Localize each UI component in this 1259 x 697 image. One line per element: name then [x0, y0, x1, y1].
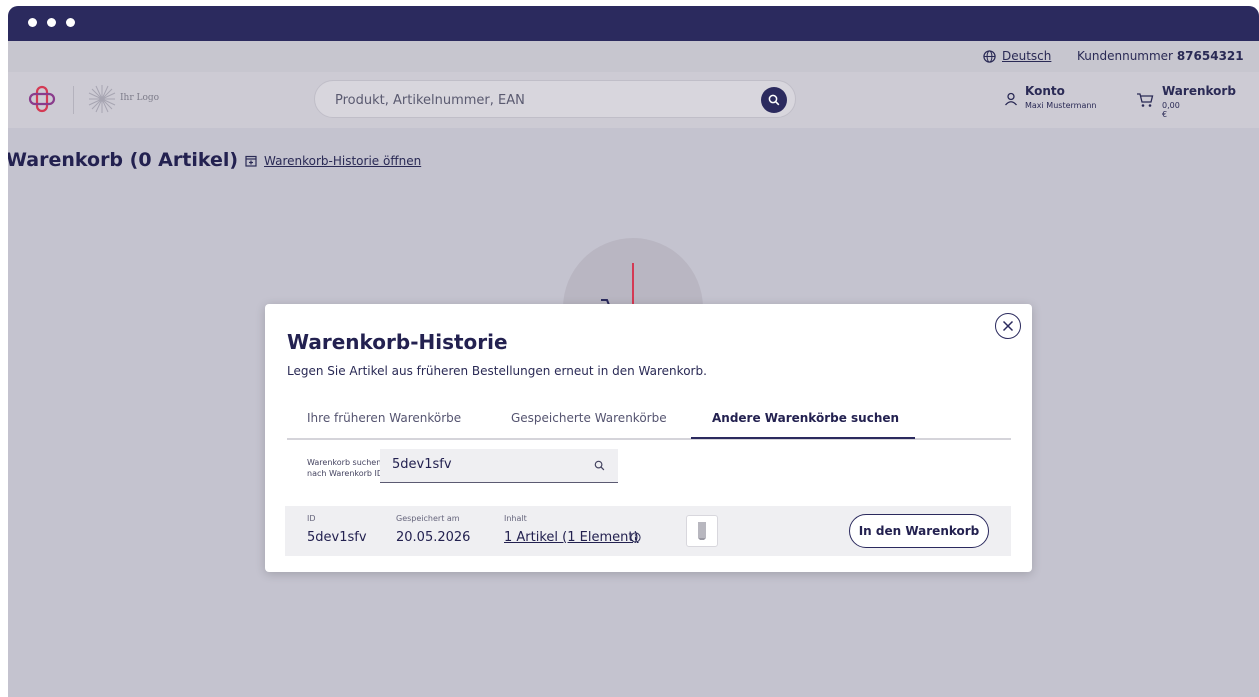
close-button[interactable]	[995, 313, 1021, 339]
language-selector[interactable]: Deutsch	[983, 49, 1051, 63]
saved-date-value: 20.05.2026	[396, 530, 471, 545]
info-icon[interactable]	[630, 532, 641, 543]
content-link[interactable]: 1 Artikel (1 Element)	[504, 530, 639, 545]
dialog-subtitle: Legen Sie Artikel aus früheren Bestellun…	[287, 364, 707, 378]
window-titlebar	[8, 6, 1259, 41]
open-history-link[interactable]: Warenkorb-Historie öffnen	[245, 154, 421, 168]
search-icon	[768, 94, 780, 106]
globe-icon	[983, 49, 996, 63]
search-icon[interactable]	[594, 460, 605, 471]
cart-icon	[1137, 93, 1154, 107]
browser-window: Deutsch Kundennummer 87654321 Ihr Logo P…	[8, 6, 1259, 697]
product-thumbnail-icon	[698, 522, 706, 540]
cart-total: 0,00 €	[1162, 101, 1180, 119]
search-input[interactable]	[335, 90, 755, 110]
add-to-cart-button[interactable]: In den Warenkorb	[849, 514, 989, 548]
active-tab-indicator	[691, 437, 915, 439]
top-utility-bar: Deutsch Kundennummer 87654321	[8, 41, 1259, 72]
close-icon	[1002, 320, 1014, 332]
cart-history-dialog: Warenkorb-Historie Legen Sie Artikel aus…	[265, 304, 1032, 572]
open-history-label[interactable]: Warenkorb-Historie öffnen	[264, 154, 421, 168]
user-icon	[1005, 92, 1017, 106]
brand-cross-icon[interactable]	[28, 85, 56, 113]
logo-text: Ihr Logo	[120, 93, 160, 103]
id-value: 5dev1sfv	[307, 530, 367, 545]
product-thumbnail	[686, 515, 718, 547]
language-label[interactable]: Deutsch	[1002, 49, 1051, 63]
search-button[interactable]	[761, 87, 787, 113]
sunburst-logo-icon	[88, 85, 116, 113]
search-result-row: ID 5dev1sfv Gespeichert am 20.05.2026 In…	[285, 506, 1011, 556]
header-divider	[73, 86, 74, 114]
cart-search-label-line2: nach Warenkorb ID	[307, 469, 384, 478]
saved-date-label: Gespeichert am	[396, 514, 460, 523]
product-search	[314, 80, 796, 118]
cart-id-search	[380, 449, 618, 483]
tab-search-other-carts[interactable]: Andere Warenkörbe suchen	[712, 411, 899, 425]
dialog-title: Warenkorb-Historie	[287, 330, 508, 354]
account-name: Maxi Mustermann	[1025, 101, 1097, 110]
tab-previous-carts[interactable]: Ihre früheren Warenkörbe	[307, 411, 461, 425]
cart-id-input[interactable]	[392, 457, 582, 472]
history-icon	[245, 155, 257, 167]
tab-saved-carts[interactable]: Gespeicherte Warenkörbe	[511, 411, 667, 425]
cart-search-label: Warenkorb suchen nach Warenkorb ID	[307, 457, 383, 479]
customer-number: Kundennummer 87654321	[1077, 49, 1244, 63]
id-label: ID	[307, 514, 316, 523]
window-dot-icon[interactable]	[28, 18, 37, 27]
main-header: Ihr Logo Konto Maxi Mustermann Warenkorb…	[8, 72, 1259, 128]
page-title: Warenkorb (0 Artikel)	[8, 149, 239, 171]
account-title: Konto	[1025, 84, 1065, 98]
window-dot-icon[interactable]	[66, 18, 75, 27]
customer-number-label: Kundennummer	[1077, 49, 1173, 63]
cart-search-label-line1: Warenkorb suchen	[307, 458, 382, 467]
content-label: Inhalt	[504, 514, 527, 523]
window-dot-icon[interactable]	[47, 18, 56, 27]
customer-number-value: 87654321	[1176, 49, 1244, 63]
cart-title: Warenkorb	[1162, 84, 1236, 98]
dialog-tabs: Ihre früheren Warenkörbe Gespeicherte Wa…	[287, 406, 1011, 440]
